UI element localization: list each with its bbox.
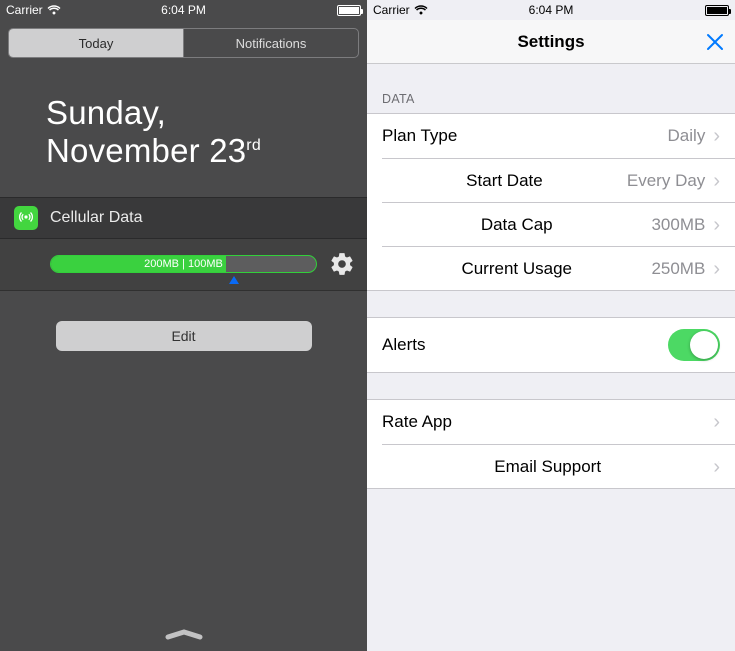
alerts-group: Alerts <box>367 317 735 373</box>
cell-rate-app[interactable]: Rate App › <box>367 400 735 444</box>
status-time: 6:04 PM <box>0 3 367 17</box>
widget-body: 200MB | 100MB <box>0 239 367 291</box>
cell-email-support[interactable]: Email Support › <box>382 444 735 488</box>
status-time: 6:04 PM <box>367 3 735 17</box>
date-line2: November 23 <box>46 132 246 169</box>
chevron-right-icon: › <box>713 412 720 432</box>
status-bar: Carrier 6:04 PM <box>367 0 735 20</box>
cell-alerts: Alerts <box>367 318 735 372</box>
edit-button[interactable]: Edit <box>56 321 312 351</box>
cell-label: Data Cap <box>481 215 553 235</box>
settings-pane: Carrier 6:04 PM Settings DATA Plan Type … <box>367 0 735 651</box>
today-date: Sunday, November 23rd <box>0 58 367 197</box>
page-title: Settings <box>517 32 584 52</box>
chevron-right-icon: › <box>713 215 720 235</box>
notification-center-pane: Carrier 6:04 PM Today Notifications Sund… <box>0 0 367 651</box>
date-line1: Sunday, <box>46 94 367 132</box>
cell-start-date[interactable]: Start Date Every Day › <box>382 158 735 202</box>
support-group: Rate App › Email Support › <box>367 399 735 489</box>
section-header-data: DATA <box>367 64 735 113</box>
cell-label: Current Usage <box>461 259 572 279</box>
cell-label: Email Support <box>494 457 601 477</box>
cell-current-usage[interactable]: Current Usage 250MB › <box>382 246 735 290</box>
navbar: Settings <box>367 20 735 64</box>
widget-header: Cellular Data <box>0 197 367 239</box>
cell-label: Plan Type <box>382 126 457 146</box>
chevron-right-icon: › <box>713 457 720 477</box>
cell-value: 250MB <box>651 259 705 279</box>
app-icon <box>14 206 38 230</box>
usage-marker-icon <box>229 276 239 284</box>
gear-icon[interactable] <box>329 251 355 277</box>
cell-plan-type[interactable]: Plan Type Daily › <box>367 114 735 158</box>
close-button[interactable] <box>705 20 725 63</box>
chevron-right-icon: › <box>713 126 720 146</box>
battery-icon <box>705 5 729 16</box>
cell-value: Daily <box>668 126 706 146</box>
data-usage-bar: 200MB | 100MB <box>50 255 317 273</box>
chevron-right-icon: › <box>713 171 720 191</box>
alerts-toggle[interactable] <box>668 329 720 361</box>
battery-icon <box>337 5 361 16</box>
date-ordinal: rd <box>246 137 261 154</box>
tab-notifications[interactable]: Notifications <box>183 29 358 57</box>
data-settings-group: Plan Type Daily › Start Date Every Day › D… <box>367 113 735 291</box>
data-usage-text: 200MB | 100MB <box>51 258 316 270</box>
chevron-right-icon: › <box>713 259 720 279</box>
grabber-handle[interactable] <box>0 629 367 641</box>
cell-label: Start Date <box>466 171 543 191</box>
close-icon <box>705 32 725 52</box>
cell-label: Rate App <box>382 412 452 432</box>
cell-value: 300MB <box>651 215 705 235</box>
tab-today[interactable]: Today <box>9 29 183 57</box>
cell-label: Alerts <box>382 335 425 355</box>
cell-data-cap[interactable]: Data Cap 300MB › <box>382 202 735 246</box>
cell-value: Every Day <box>627 171 705 191</box>
widget-title: Cellular Data <box>50 209 142 227</box>
today-notifications-segmented[interactable]: Today Notifications <box>8 28 359 58</box>
status-bar: Carrier 6:04 PM <box>0 0 367 20</box>
